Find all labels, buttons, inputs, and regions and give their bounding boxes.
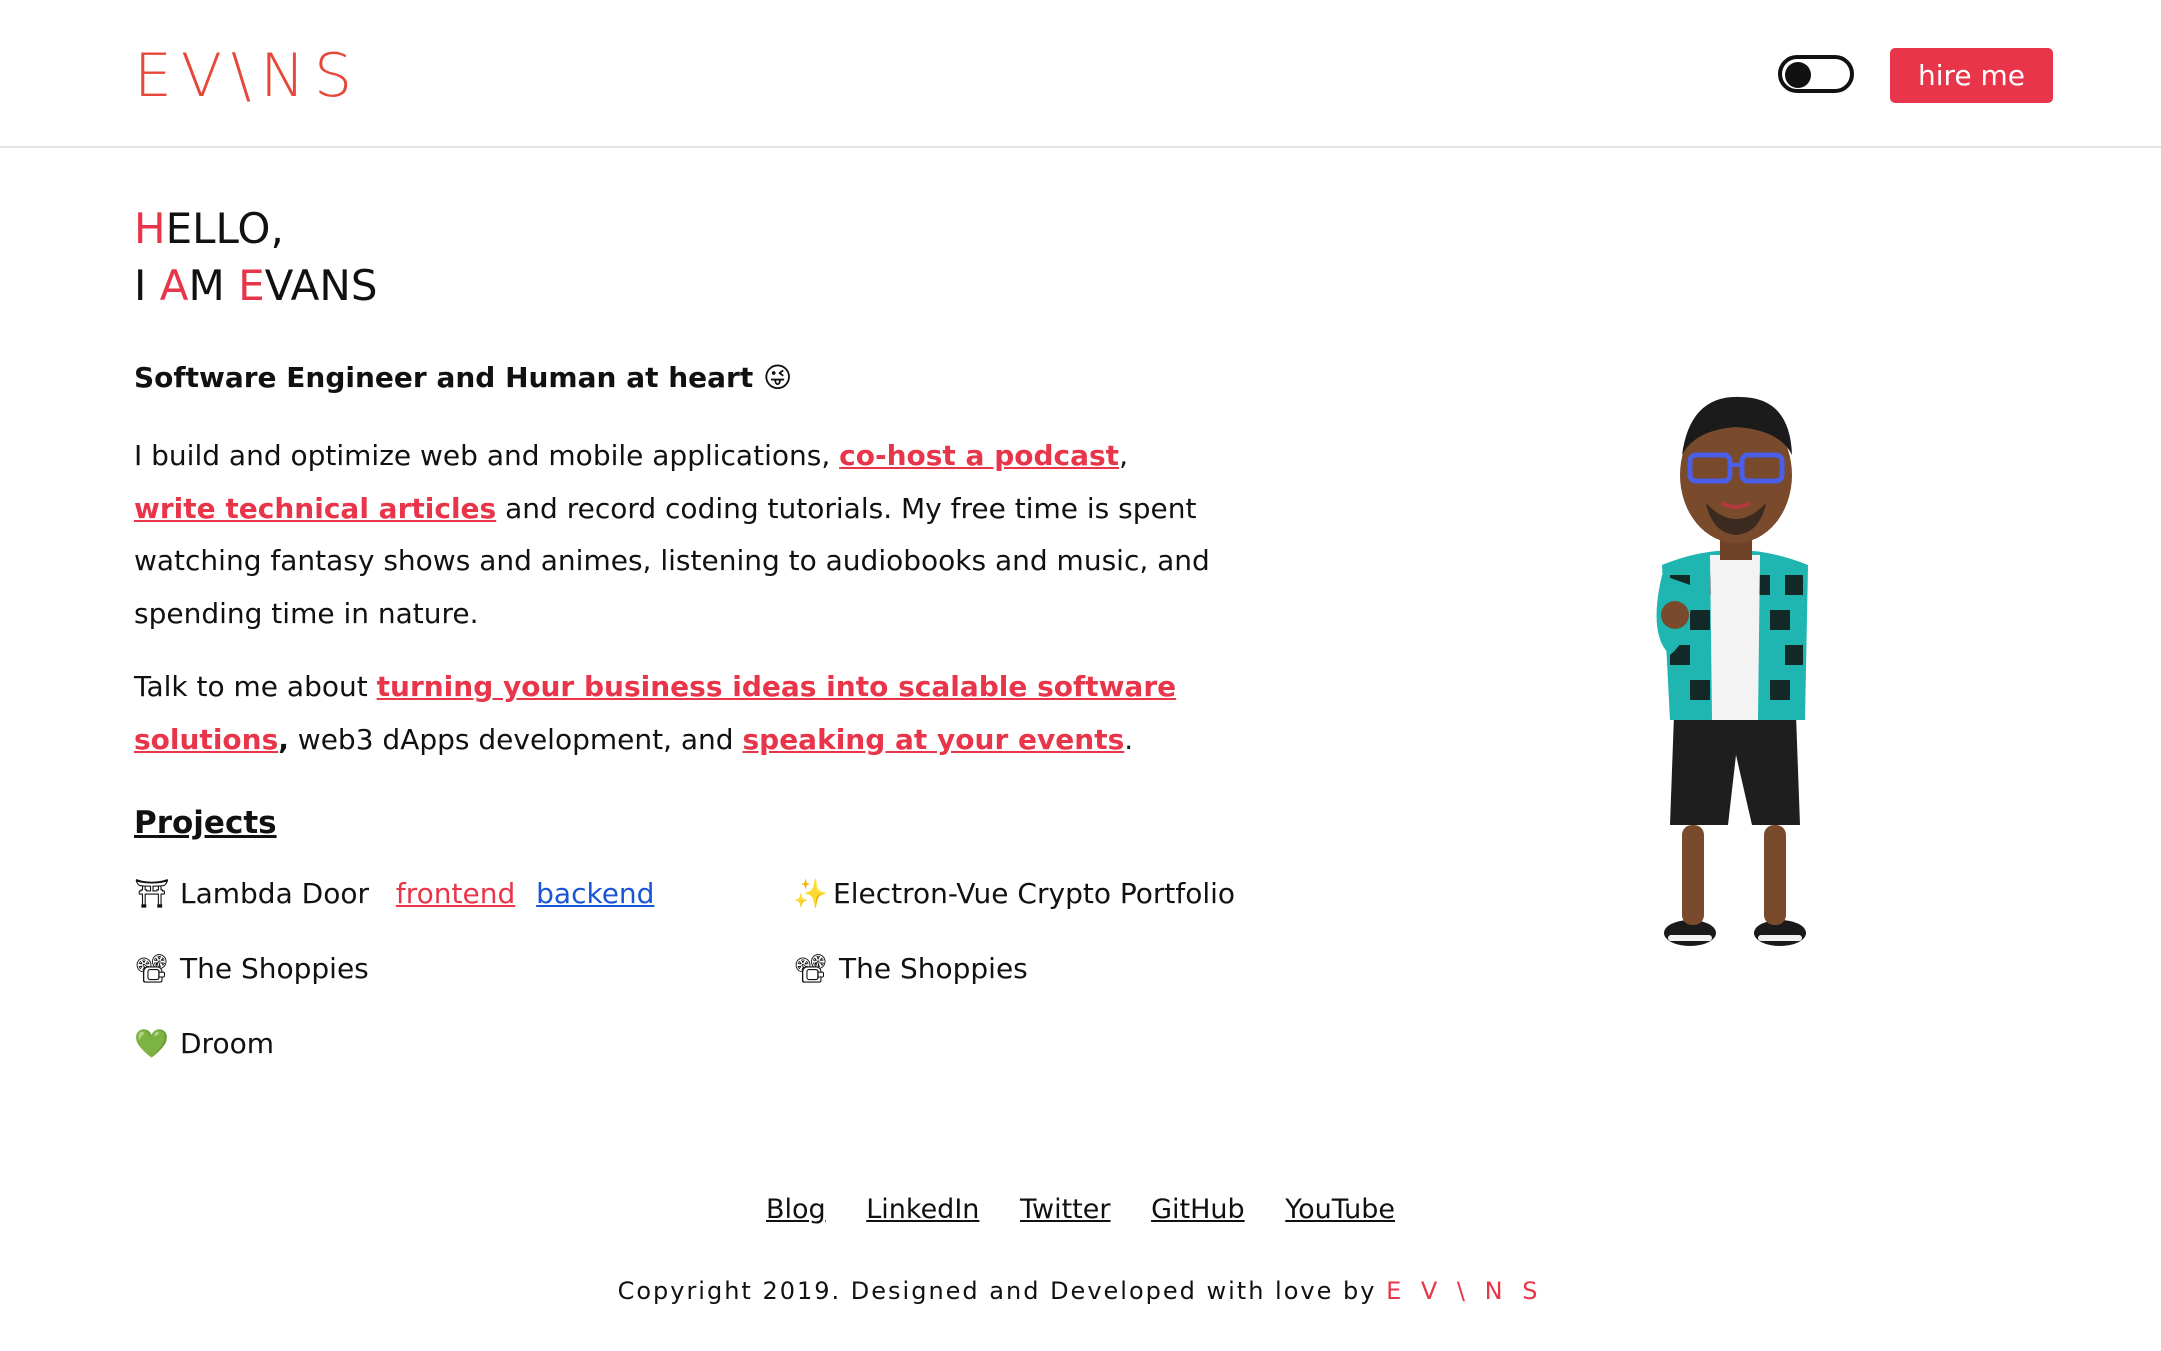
articles-link[interactable]: write technical articles [134,492,496,525]
speaking-link[interactable]: speaking at your events [742,723,1124,756]
projects-heading: Projects [134,805,277,841]
greeting-initial-a: A [159,261,189,310]
talk-text-2: web3 dApps development, and [288,722,743,756]
greeting-line-2: I AM EVANS [134,257,378,314]
site-logo[interactable]: EV\NS [134,40,361,112]
footer-link-blog[interactable]: Blog [766,1194,826,1225]
memoji-avatar-image [1656,396,1808,946]
toggle-knob [1785,62,1811,88]
hero-subtitle: Software Engineer and Human at heart 😜 [134,358,792,398]
footer-link-linkedin[interactable]: LinkedIn [866,1194,979,1225]
copyright-brand: E V \ N S [1386,1277,1544,1305]
footer-copyright: Copyright 2019. Designed and Developed w… [0,1271,2161,1311]
copyright-text: Copyright 2019. Designed and Developed w… [617,1277,1387,1305]
film-projector-icon: 📽 [793,952,829,985]
talk-paragraph: Talk to me about turning your business i… [134,661,1214,766]
project-name: The Shoppies [180,952,369,985]
subtitle-text: Software Engineer and Human at heart [134,361,754,394]
project-item-shoppies-1[interactable]: 📽 The Shoppies [134,949,369,989]
project-name: The Shoppies [839,952,1028,985]
hire-me-button[interactable]: hire me [1890,48,2053,103]
greeting-initial-h: H [134,204,166,253]
footer-link-github[interactable]: GitHub [1151,1194,1245,1225]
bio-text-2: , [1119,439,1128,472]
bio-text-1: I build and optimize web and mobile appl… [134,439,840,472]
talk-comma: , [278,722,289,756]
greeting-hello-rest: ELLO, [165,204,284,253]
film-projector-icon: 📽 [134,952,170,985]
talk-text-1: Talk to me about [134,670,377,703]
footer-social-links: Blog LinkedIn Twitter GitHub YouTube [0,1190,2161,1230]
footer-link-youtube[interactable]: YouTube [1285,1194,1395,1225]
dark-mode-toggle[interactable] [1778,55,1854,93]
greeting-evans-rest: VANS [264,261,378,310]
torii-gate-icon: ⛩ [134,877,170,910]
project-name: Droom [180,1027,274,1060]
winking-face-icon: 😜 [762,361,793,394]
footer-link-twitter[interactable]: Twitter [1020,1194,1111,1225]
greeting-line-1: HELLO, [134,200,378,257]
sparkles-icon: ✨ [793,877,828,910]
bio-paragraph: I build and optimize web and mobile appl… [134,430,1214,640]
lambda-door-frontend-link[interactable]: frontend [396,877,515,910]
green-heart-icon: 💚 [134,1027,169,1060]
project-item-electron-vue[interactable]: ✨ Electron-Vue Crypto Portfolio [793,874,1235,914]
podcast-link[interactable]: co-host a podcast [839,439,1119,472]
greeting-initial-e: E [238,261,265,310]
lambda-door-backend-link[interactable]: backend [536,877,654,910]
project-item-droom[interactable]: 💚 Droom [134,1024,274,1064]
hero-greeting: HELLO, I AM EVANS [134,200,378,314]
project-name: Electron-Vue Crypto Portfolio [833,877,1236,910]
project-item-lambda-door: ⛩ Lambda Door frontend backend [134,874,654,914]
project-name: Lambda Door [180,877,369,910]
project-item-shoppies-2[interactable]: 📽 The Shoppies [793,949,1028,989]
greeting-am-rest: M [188,261,225,310]
greeting-word-i: I [134,261,147,310]
site-header: EV\NS hire me [0,0,2161,148]
talk-period: . [1124,722,1134,756]
